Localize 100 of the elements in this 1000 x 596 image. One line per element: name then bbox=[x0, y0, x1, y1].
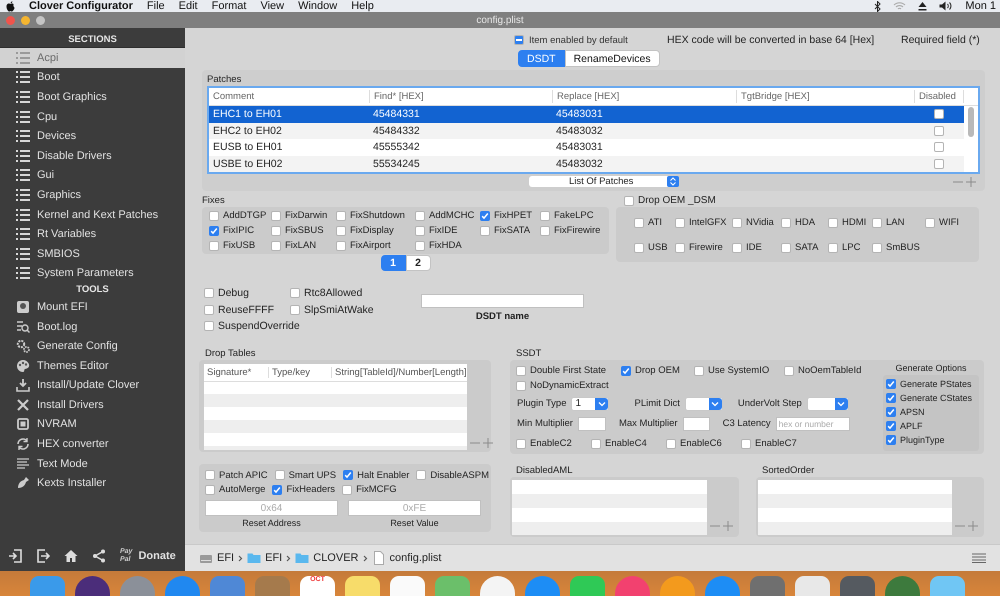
menu-item[interactable]: Format bbox=[212, 0, 246, 12]
checkbox[interactable] bbox=[675, 242, 685, 252]
menu-icon[interactable] bbox=[972, 553, 986, 563]
checkbox[interactable] bbox=[934, 158, 944, 169]
reset-address-field[interactable]: 0x64 bbox=[205, 500, 338, 516]
checkbox[interactable] bbox=[872, 218, 882, 228]
column-header[interactable]: Replace [HEX] bbox=[552, 90, 736, 103]
checkbox[interactable] bbox=[342, 484, 352, 495]
path-crumb[interactable]: EFI bbox=[199, 551, 234, 565]
app-icon[interactable] bbox=[795, 576, 830, 596]
checkbox[interactable] bbox=[272, 484, 282, 495]
checkbox[interactable] bbox=[886, 393, 896, 403]
checkbox[interactable] bbox=[621, 366, 631, 376]
plugin-type-select[interactable]: 1 bbox=[571, 396, 610, 411]
checkbox[interactable] bbox=[781, 242, 791, 252]
app-icon[interactable] bbox=[660, 576, 695, 596]
checkbox[interactable] bbox=[516, 380, 526, 391]
sidebar-item[interactable]: SMBIOS bbox=[0, 244, 185, 264]
sidebar-item[interactable]: Boot.log bbox=[0, 316, 185, 336]
sorted-order-list[interactable] bbox=[758, 480, 952, 535]
menu-item[interactable]: Edit bbox=[178, 0, 198, 12]
checkbox[interactable] bbox=[675, 218, 685, 228]
column-header[interactable]: Type/key bbox=[268, 367, 331, 378]
max-multiplier-field[interactable] bbox=[682, 416, 710, 431]
share-icon[interactable] bbox=[92, 549, 106, 563]
wifi-icon[interactable] bbox=[893, 1, 906, 11]
checkbox[interactable] bbox=[934, 142, 944, 152]
menu-item[interactable]: Help bbox=[351, 0, 374, 12]
checkbox[interactable] bbox=[514, 35, 524, 45]
checkbox[interactable] bbox=[336, 240, 346, 250]
sidebar-item[interactable]: Devices bbox=[0, 126, 185, 146]
volume-icon[interactable] bbox=[939, 1, 954, 11]
checkbox[interactable] bbox=[271, 240, 281, 250]
checkbox[interactable] bbox=[540, 226, 550, 236]
sidebar-item[interactable]: Kexts Installer bbox=[0, 473, 185, 494]
donate-link[interactable]: Donate bbox=[138, 550, 176, 562]
undervolt-step-select[interactable] bbox=[806, 396, 849, 411]
checkbox[interactable] bbox=[416, 470, 426, 480]
checkbox[interactable] bbox=[204, 304, 214, 315]
checkbox[interactable] bbox=[886, 379, 896, 389]
checkbox[interactable] bbox=[415, 240, 425, 250]
checkbox[interactable] bbox=[591, 438, 601, 449]
checkbox[interactable] bbox=[634, 242, 644, 252]
sign-in-icon[interactable] bbox=[8, 549, 22, 563]
sidebar-item[interactable]: Rt Variables bbox=[0, 224, 185, 244]
table-row[interactable]: EUSB to EH01 45555342 45483031 bbox=[209, 139, 964, 156]
plus-icon[interactable] bbox=[968, 521, 978, 531]
path-crumb[interactable]: CLOVER bbox=[295, 551, 358, 565]
sidebar-item[interactable]: Install Drivers bbox=[0, 395, 185, 415]
checkbox[interactable] bbox=[415, 210, 425, 220]
checkbox[interactable] bbox=[209, 240, 219, 250]
table-row[interactable]: USBE to EH02 55534245 45483032 bbox=[209, 156, 964, 172]
checkbox[interactable] bbox=[516, 438, 526, 449]
checkbox[interactable] bbox=[886, 421, 896, 431]
checkbox[interactable] bbox=[934, 109, 944, 120]
table-row[interactable]: EHC2 to EH02 45484332 45483032 bbox=[209, 122, 964, 139]
sidebar-item[interactable]: Text Mode bbox=[0, 454, 185, 474]
app-icon[interactable] bbox=[750, 576, 785, 596]
app-icon[interactable] bbox=[840, 576, 875, 596]
tab[interactable]: DSDT bbox=[518, 50, 565, 67]
tab[interactable]: RenameDevices bbox=[564, 50, 660, 67]
checkbox[interactable] bbox=[732, 242, 742, 252]
checkbox[interactable] bbox=[290, 304, 300, 315]
checkbox[interactable] bbox=[205, 470, 215, 480]
app-icon[interactable] bbox=[885, 576, 920, 596]
checkbox[interactable] bbox=[343, 470, 354, 480]
sidebar-item[interactable]: Disable Drivers bbox=[0, 146, 185, 166]
checkbox[interactable] bbox=[624, 196, 634, 206]
checkbox[interactable] bbox=[336, 226, 346, 236]
checkbox[interactable] bbox=[271, 210, 281, 220]
sidebar-item[interactable]: Themes Editor bbox=[0, 356, 185, 376]
sidebar-item[interactable]: Gui bbox=[0, 166, 185, 186]
checkbox[interactable] bbox=[634, 218, 644, 228]
scrollbar-thumb[interactable] bbox=[968, 107, 974, 137]
checkbox[interactable] bbox=[271, 226, 281, 236]
sidebar-item[interactable]: Mount EFI bbox=[0, 297, 185, 317]
min-multiplier-field[interactable] bbox=[578, 416, 606, 431]
column-header[interactable]: String[TableId]/Number[Length] bbox=[331, 367, 466, 378]
checkbox[interactable] bbox=[480, 226, 490, 236]
sidebar-item[interactable]: Acpi bbox=[0, 48, 185, 68]
menu-clock[interactable]: Mon 1 bbox=[965, 0, 996, 12]
checkbox[interactable] bbox=[415, 226, 425, 236]
list-popup[interactable]: List Of Patches bbox=[529, 176, 679, 187]
table-row[interactable]: EHC1 to EH01 45484331 45483031 bbox=[209, 106, 964, 122]
checkbox[interactable] bbox=[828, 218, 838, 228]
page-tab[interactable]: 1 bbox=[380, 255, 406, 271]
checkbox[interactable] bbox=[209, 210, 219, 220]
dsdt-name-field[interactable] bbox=[421, 294, 584, 308]
checkbox[interactable] bbox=[204, 288, 214, 298]
checkbox[interactable] bbox=[209, 226, 219, 236]
sidebar-item[interactable]: Install/Update Clover bbox=[0, 376, 185, 396]
path-crumb[interactable]: EFI bbox=[247, 551, 282, 565]
plus-icon[interactable] bbox=[966, 176, 976, 186]
checkbox[interactable] bbox=[205, 484, 215, 495]
column-header[interactable]: Find* [HEX] bbox=[369, 90, 552, 103]
checkbox[interactable] bbox=[781, 218, 791, 228]
app-icon[interactable] bbox=[480, 576, 515, 596]
sidebar-item[interactable]: Kernel and Kext Patches bbox=[0, 204, 185, 224]
sidebar-item[interactable]: HEX converter bbox=[0, 434, 185, 454]
column-header[interactable]: Signature* bbox=[204, 367, 268, 378]
